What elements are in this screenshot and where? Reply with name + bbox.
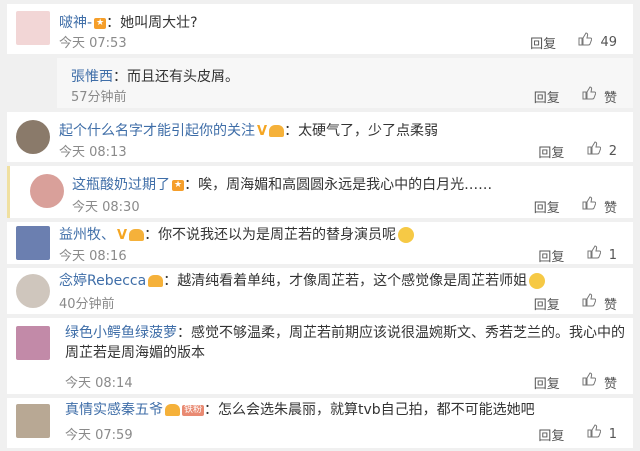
avatar[interactable]: [16, 120, 50, 154]
comment-text: 怎么会选朱晨丽，就算tvb自己拍，都不可能选她吧: [218, 402, 535, 418]
actions: 回复 赞: [534, 86, 617, 106]
reply-button[interactable]: 回复: [538, 142, 564, 161]
comment-text: 太硬气了，少了点柔弱: [298, 123, 439, 139]
comment-line: 起个什么名字才能引起你的关注 V ：太硬气了，少了点柔弱: [59, 121, 621, 142]
username[interactable]: 这瓶酸奶过期了: [72, 177, 170, 193]
actions: 回复 赞: [534, 372, 617, 392]
actions: 回复 1: [538, 424, 617, 444]
avatar[interactable]: [16, 226, 50, 260]
thumbs-up-icon[interactable]: [582, 86, 597, 100]
timestamp: 今天 07:53: [59, 36, 127, 51]
avatar[interactable]: [16, 274, 50, 308]
comment-text: 而且还有头皮屑。: [127, 69, 239, 85]
comment-line: 啵神- ★ ：她叫周大壮?: [59, 15, 198, 31]
comment-card: 这瓶酸奶过期了 ★ ：唉，周海媚和高圆圆永远是我心中的白月光…… 今天 08:30 …: [7, 166, 633, 218]
comment-line: 绿色小鳄鱼绿菠萝：感觉不够温柔，周芷若前期应该说很温婉斯文、秀若芝兰的。我心中的…: [65, 325, 625, 361]
comment-text: 越清纯看着单纯，才像周芷若，这个感觉像是周芷若师姐: [177, 273, 528, 289]
reply-button[interactable]: 回复: [538, 246, 564, 265]
username[interactable]: 張惟西: [71, 69, 113, 85]
comment-line: 張惟西：而且还有头皮屑。: [71, 69, 239, 85]
comment-text: 她叫周大壮?: [120, 15, 198, 31]
like-count[interactable]: 49: [600, 35, 617, 50]
timestamp: 今天 08:14: [65, 376, 133, 391]
timestamp: 今天 08:30: [72, 200, 140, 215]
reply-button[interactable]: 回复: [534, 87, 560, 106]
comment-card: 绿色小鳄鱼绿菠萝：感觉不够温柔，周芷若前期应该说很温婉斯文、秀若芝兰的。我心中的…: [7, 318, 633, 394]
comment-card: 起个什么名字才能引起你的关注 V ：太硬气了，少了点柔弱 今天 08:13 回复 2: [7, 112, 633, 162]
verified-icon: V: [257, 124, 268, 139]
comment-card: 念婷Rebecca ：越清纯看着单纯，才像周芷若，这个感觉像是周芷若师姐 40分钟…: [7, 268, 633, 314]
username[interactable]: 啵神-: [59, 15, 92, 31]
timestamp: 今天 08:16: [59, 249, 127, 264]
level-icon: [269, 125, 285, 137]
thumbs-up-icon[interactable]: [587, 424, 601, 438]
reply-button[interactable]: 回复: [538, 425, 564, 444]
comment-line: 真情实感秦五爷 铁粉 ：怎么会选朱晨丽，就算tvb自己拍，都不可能选她吧: [65, 402, 535, 418]
like-count[interactable]: 赞: [604, 294, 617, 313]
avatar[interactable]: [16, 404, 50, 438]
emoji-icon: [529, 273, 546, 289]
like-count[interactable]: 1: [609, 248, 617, 263]
like-count[interactable]: 1: [609, 427, 617, 442]
like-count[interactable]: 2: [609, 144, 617, 159]
level-icon: [129, 229, 145, 241]
reply-button[interactable]: 回复: [534, 294, 560, 313]
actions: 回复 1: [538, 245, 617, 265]
thumbs-up-icon[interactable]: [587, 245, 601, 259]
avatar[interactable]: [30, 174, 64, 208]
comment-line: 益州牧、 V ：你不说我还以为是周芷若的替身演员呢: [59, 225, 621, 246]
verified-icon: V: [117, 228, 128, 243]
reply-button[interactable]: 回复: [534, 197, 560, 216]
thumbs-up-icon[interactable]: [582, 293, 597, 307]
username[interactable]: 真情实感秦五爷: [65, 402, 163, 418]
timestamp: 40分钟前: [59, 297, 115, 312]
timestamp: 今天 07:59: [65, 428, 133, 443]
username[interactable]: 起个什么名字才能引起你的关注: [59, 123, 255, 139]
timestamp: 今天 08:13: [59, 145, 127, 160]
avatar[interactable]: [16, 326, 50, 360]
actions: 回复 赞: [534, 196, 617, 216]
like-count[interactable]: 赞: [604, 197, 617, 216]
actions: 回复 49: [530, 32, 617, 52]
avatar[interactable]: [16, 11, 50, 45]
comment-text: 唉，周海媚和高圆圆永远是我心中的白月光……: [198, 177, 493, 193]
member-badge: ★: [94, 17, 107, 29]
reply-button[interactable]: 回复: [530, 33, 556, 52]
username[interactable]: 绿色小鳄鱼绿菠萝: [65, 325, 177, 341]
actions: 回复 赞: [534, 293, 617, 313]
comment-card: 啵神- ★ ：她叫周大壮? 今天 07:53 回复 49: [7, 4, 633, 54]
level-icon: [148, 275, 164, 287]
comment-line: 这瓶酸奶过期了 ★ ：唉，周海媚和高圆圆永远是我心中的白月光……: [72, 177, 493, 193]
thumbs-up-icon[interactable]: [578, 32, 593, 46]
fan-badge: 铁粉: [182, 404, 205, 416]
like-count[interactable]: 赞: [604, 87, 617, 106]
comment-text: 你不说我还以为是周芷若的替身演员呢: [158, 227, 397, 243]
timestamp: 57分钟前: [71, 90, 127, 105]
reply-card: 張惟西：而且还有头皮屑。 57分钟前 回复 赞: [57, 58, 633, 108]
thumbs-up-icon[interactable]: [582, 372, 597, 386]
comment-line: 念婷Rebecca ：越清纯看着单纯，才像周芷若，这个感觉像是周芷若师姐: [59, 271, 621, 291]
actions: 回复 2: [538, 141, 617, 161]
thumbs-up-icon[interactable]: [587, 141, 601, 155]
username[interactable]: 益州牧、: [59, 227, 115, 243]
comment-card: 真情实感秦五爷 铁粉 ：怎么会选朱晨丽，就算tvb自己拍，都不可能选她吧 今天 07…: [7, 398, 633, 448]
level-icon: [165, 404, 180, 416]
like-count[interactable]: 赞: [604, 373, 617, 392]
emoji-icon: [398, 227, 415, 243]
member-badge: ★: [172, 179, 185, 191]
reply-button[interactable]: 回复: [534, 373, 560, 392]
thumbs-up-icon[interactable]: [582, 196, 597, 210]
comment-card: 益州牧、 V ：你不说我还以为是周芷若的替身演员呢 今天 08:16 回复 1: [7, 222, 633, 265]
username[interactable]: 念婷Rebecca: [59, 273, 146, 289]
